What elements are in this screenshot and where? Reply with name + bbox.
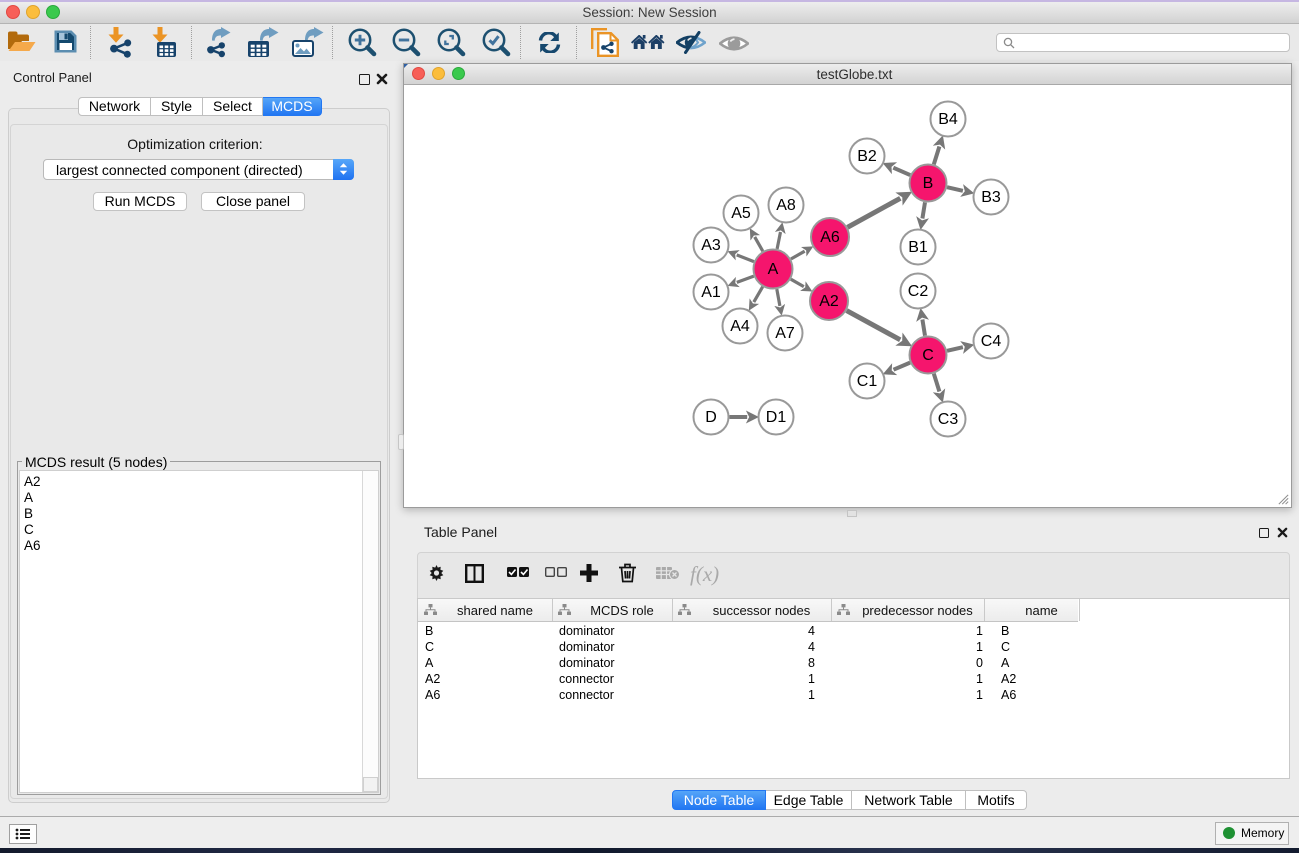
svg-text:A7: A7 xyxy=(775,325,795,342)
svg-text:C2: C2 xyxy=(908,283,929,300)
svg-text:A4: A4 xyxy=(730,318,750,335)
svg-text:B3: B3 xyxy=(981,189,1001,206)
svg-text:C4: C4 xyxy=(981,333,1002,350)
svg-text:A: A xyxy=(768,261,779,278)
svg-text:B: B xyxy=(923,175,934,192)
svg-text:B1: B1 xyxy=(908,239,928,256)
svg-text:A3: A3 xyxy=(701,237,721,254)
svg-text:A1: A1 xyxy=(701,284,721,301)
svg-text:A2: A2 xyxy=(819,293,839,310)
svg-text:B2: B2 xyxy=(857,148,877,165)
svg-text:A6: A6 xyxy=(820,229,840,246)
svg-text:D1: D1 xyxy=(766,409,787,426)
svg-text:D: D xyxy=(705,409,717,426)
svg-text:A8: A8 xyxy=(776,197,796,214)
svg-text:B4: B4 xyxy=(938,111,958,128)
svg-text:C1: C1 xyxy=(857,373,878,390)
svg-text:C: C xyxy=(922,347,934,364)
svg-text:C3: C3 xyxy=(938,411,959,428)
svg-text:A5: A5 xyxy=(731,205,751,222)
